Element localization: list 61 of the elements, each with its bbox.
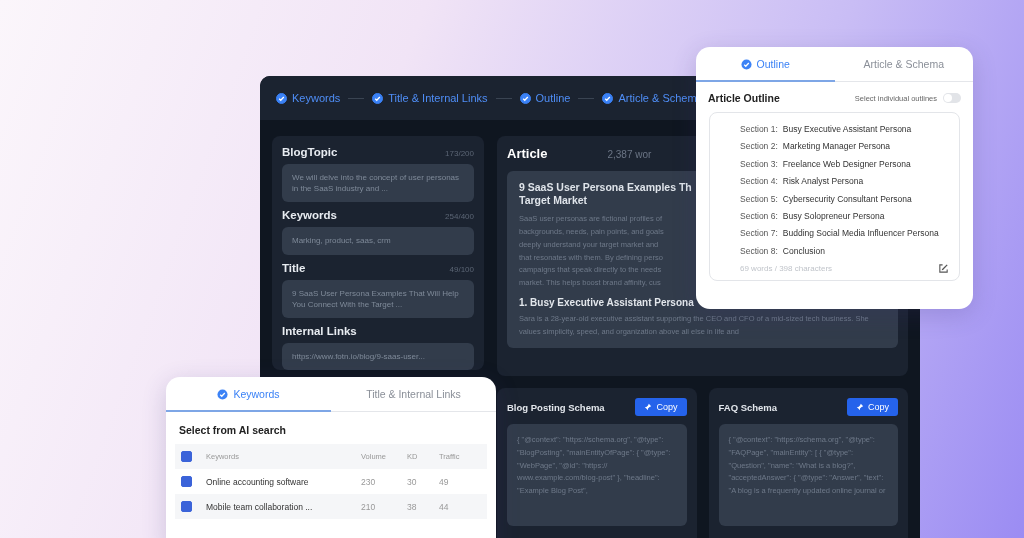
step-tab[interactable]: Article & Schem bbox=[602, 92, 697, 104]
field-label: BlogTopic bbox=[282, 146, 338, 158]
character-count: 49/100 bbox=[449, 264, 474, 274]
section-title: Conclusion bbox=[782, 245, 825, 258]
section-title: Busy Solopreneur Persona bbox=[782, 210, 885, 223]
schema-title: FAQ Schema bbox=[718, 401, 778, 413]
field-label: Title bbox=[282, 261, 306, 274]
table-cell-text: 210 bbox=[361, 501, 377, 512]
pin-icon bbox=[856, 403, 864, 411]
article-heading: 9 SaaS User Persona Examples Th Target Market bbox=[519, 181, 692, 208]
text-field[interactable]: Marking, product, saas, crm bbox=[282, 227, 474, 255]
text-field[interactable]: 9 SaaS User Persona Examples That Will Help You Connect With the Target ... bbox=[282, 279, 474, 318]
section-heading: 1. Busy Executive Assistant Persona bbox=[519, 296, 695, 308]
section-label: Section 4: bbox=[740, 176, 778, 189]
card-title: Select from AI search bbox=[178, 423, 287, 438]
panel-title: Article bbox=[507, 146, 548, 161]
copy-button[interactable]: Copy bbox=[635, 398, 687, 416]
edit-icon[interactable] bbox=[938, 263, 949, 275]
checkbox[interactable] bbox=[181, 451, 192, 462]
section-label: Section 5: bbox=[740, 193, 778, 206]
table-cell-text: Online accounting software bbox=[206, 476, 310, 487]
word-count: 2,387 wor bbox=[607, 149, 652, 160]
table-cell-text: 30 bbox=[407, 476, 418, 487]
text-field[interactable]: https://www.fotn.io/blog/9-saas-user... bbox=[282, 342, 474, 371]
table-cell-text: Mobile team collaboration ... bbox=[206, 501, 314, 512]
section-label: Section 2: bbox=[740, 141, 778, 154]
section-title: Risk Analyst Persona bbox=[782, 176, 864, 189]
schema-title: Blog Posting Schema bbox=[507, 401, 605, 413]
toggle-switch[interactable] bbox=[943, 93, 961, 103]
step-tab[interactable]: Keywords bbox=[276, 92, 341, 104]
section-title: Cybersecurity Consultant Persona bbox=[782, 193, 912, 206]
section-title: Marketing Manager Persona bbox=[782, 141, 891, 154]
step-tab[interactable]: Title & Internal Links bbox=[372, 92, 488, 104]
check-circle-icon bbox=[740, 58, 752, 70]
field-label: Internal Links bbox=[282, 324, 357, 337]
table-cell-text: 38 bbox=[407, 501, 418, 512]
copy-button[interactable]: Copy bbox=[847, 398, 898, 416]
checkbox[interactable] bbox=[181, 501, 192, 512]
table-cell-text: 44 bbox=[439, 501, 450, 512]
card-title: Article Outline bbox=[708, 92, 781, 104]
section-label: Section 3: bbox=[740, 158, 778, 171]
section-label: Section 7: bbox=[740, 228, 778, 241]
step-tab[interactable]: Outline bbox=[519, 92, 571, 104]
tab[interactable]: Keywords bbox=[166, 377, 331, 412]
pin-icon bbox=[644, 403, 653, 411]
character-count: 254/400 bbox=[445, 212, 474, 222]
section-label: Section 1: bbox=[740, 124, 778, 136]
check-circle-icon bbox=[217, 388, 229, 400]
tab[interactable]: Outline bbox=[696, 47, 835, 82]
field-label: Keywords bbox=[282, 209, 337, 222]
tab[interactable]: Title & Internal Links bbox=[331, 377, 496, 412]
character-count: 173/200 bbox=[445, 149, 474, 158]
tab[interactable]: Article & Schema bbox=[834, 47, 973, 82]
section-label: Section 6: bbox=[740, 210, 778, 223]
table-cell-text: 49 bbox=[439, 476, 450, 487]
section-title: Freelance Web Designer Persona bbox=[782, 158, 911, 171]
section-title: Busy Executive Assistant Persona bbox=[782, 124, 912, 136]
table-cell-text: 230 bbox=[361, 476, 377, 487]
checkbox[interactable] bbox=[181, 476, 192, 487]
section-label: Section 8: bbox=[740, 245, 778, 258]
section-title: Budding Social Media Influencer Persona bbox=[782, 228, 939, 241]
